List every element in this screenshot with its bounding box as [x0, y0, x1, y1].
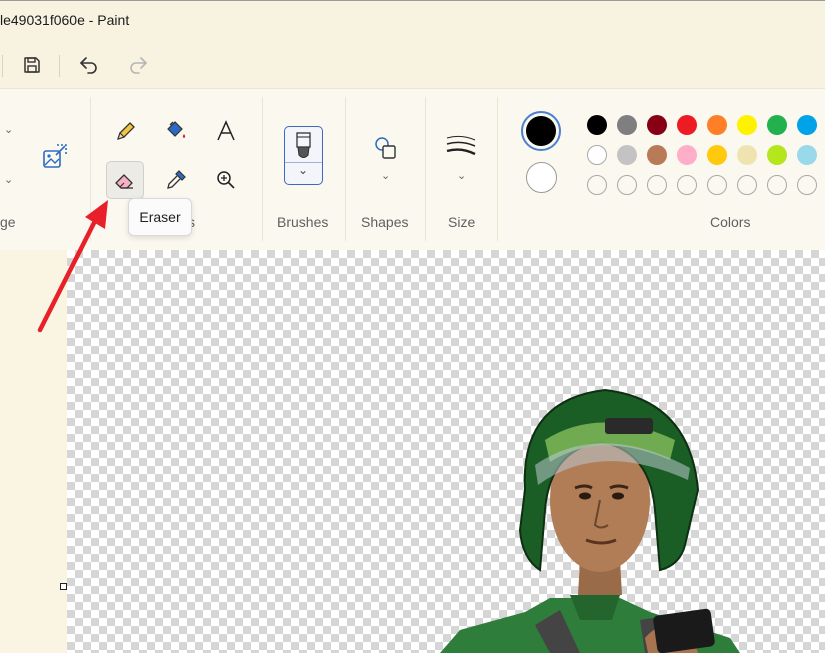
color-swatch[interactable]	[617, 145, 637, 165]
size-group-label: Size	[448, 214, 476, 230]
brushes-button[interactable]: ⌄	[284, 126, 323, 185]
text-icon	[217, 120, 235, 141]
eraser-tool[interactable]	[106, 161, 144, 199]
separator	[2, 55, 3, 77]
text-tool[interactable]	[207, 112, 245, 150]
redo-icon	[130, 57, 147, 74]
custom-color-slot[interactable]	[587, 175, 607, 195]
chevron-down-icon[interactable]: ⌄	[457, 169, 466, 182]
color-swatch[interactable]	[647, 145, 667, 165]
custom-color-slot[interactable]	[737, 175, 757, 195]
shapes-group-label: Shapes	[361, 214, 409, 230]
colors-group-label: Colors	[710, 214, 751, 230]
shapes-button[interactable]	[367, 129, 405, 167]
custom-color-slot[interactable]	[647, 175, 667, 195]
save-button[interactable]	[16, 50, 48, 80]
title-bar: le49031f060e - Paint	[0, 0, 825, 42]
resize-image-button[interactable]	[36, 137, 74, 175]
undo-icon	[80, 57, 97, 74]
custom-color-slot[interactable]	[797, 175, 817, 195]
save-icon	[24, 57, 40, 73]
stroke-size-icon	[446, 135, 476, 156]
separator	[59, 55, 60, 77]
color-swatch[interactable]	[587, 145, 607, 165]
group-separator	[345, 97, 346, 241]
color-swatch[interactable]	[797, 115, 817, 135]
pencil-tool[interactable]	[107, 112, 145, 150]
color-swatch[interactable]	[707, 145, 727, 165]
primary-color-swatch	[526, 116, 556, 146]
color-swatch[interactable]	[737, 145, 757, 165]
eyedropper-icon	[167, 170, 186, 189]
color-swatch[interactable]	[707, 115, 727, 135]
group-separator	[497, 97, 498, 241]
zoom-icon	[217, 171, 235, 189]
custom-color-slot[interactable]	[767, 175, 787, 195]
magnifier-tool[interactable]	[207, 161, 245, 199]
color-swatch[interactable]	[677, 115, 697, 135]
ribbon: ⌄ ⌄ ge ⌄ Brushes ⌄ Shapes ⌄ Size Colors	[0, 88, 825, 250]
brush-icon	[296, 132, 311, 159]
resize-image-icon	[43, 144, 67, 168]
window-title: le49031f060e - Paint	[0, 12, 130, 28]
color-swatch[interactable]	[677, 145, 697, 165]
fill-bucket-icon	[167, 121, 186, 138]
color-swatch[interactable]	[767, 145, 787, 165]
redo-button[interactable]	[122, 50, 154, 80]
chevron-down-icon[interactable]: ⌄	[4, 173, 13, 186]
quick-access-toolbar	[0, 42, 825, 88]
size-button[interactable]	[442, 127, 480, 165]
undo-button[interactable]	[73, 50, 105, 80]
color-swatch[interactable]	[797, 145, 817, 165]
annotation-arrow	[37, 200, 108, 333]
pencil-icon	[117, 122, 135, 140]
chevron-down-icon[interactable]: ⌄	[4, 123, 13, 136]
image-group-label: ge	[0, 214, 16, 230]
color-swatch[interactable]	[737, 115, 757, 135]
rider-photo	[440, 388, 740, 653]
eraser-tooltip: Eraser	[128, 198, 192, 236]
color-swatch[interactable]	[587, 115, 607, 135]
eraser-icon	[115, 174, 133, 189]
color-picker-tool[interactable]	[157, 161, 195, 199]
color-swatch[interactable]	[767, 115, 787, 135]
secondary-color-button[interactable]	[526, 162, 557, 193]
shapes-icon	[375, 137, 396, 159]
fill-tool[interactable]	[157, 112, 195, 150]
chevron-down-icon: ⌄	[298, 163, 309, 177]
brushes-group-label: Brushes	[277, 214, 329, 230]
group-separator	[425, 97, 426, 241]
custom-color-slot[interactable]	[617, 175, 637, 195]
custom-color-slot[interactable]	[677, 175, 697, 195]
chevron-down-icon[interactable]: ⌄	[381, 169, 390, 182]
group-separator	[262, 97, 263, 241]
custom-color-slot[interactable]	[707, 175, 727, 195]
color-swatch[interactable]	[617, 115, 637, 135]
canvas-resize-handle[interactable]	[60, 583, 67, 590]
color-swatch[interactable]	[647, 115, 667, 135]
primary-color-button[interactable]	[521, 111, 561, 151]
